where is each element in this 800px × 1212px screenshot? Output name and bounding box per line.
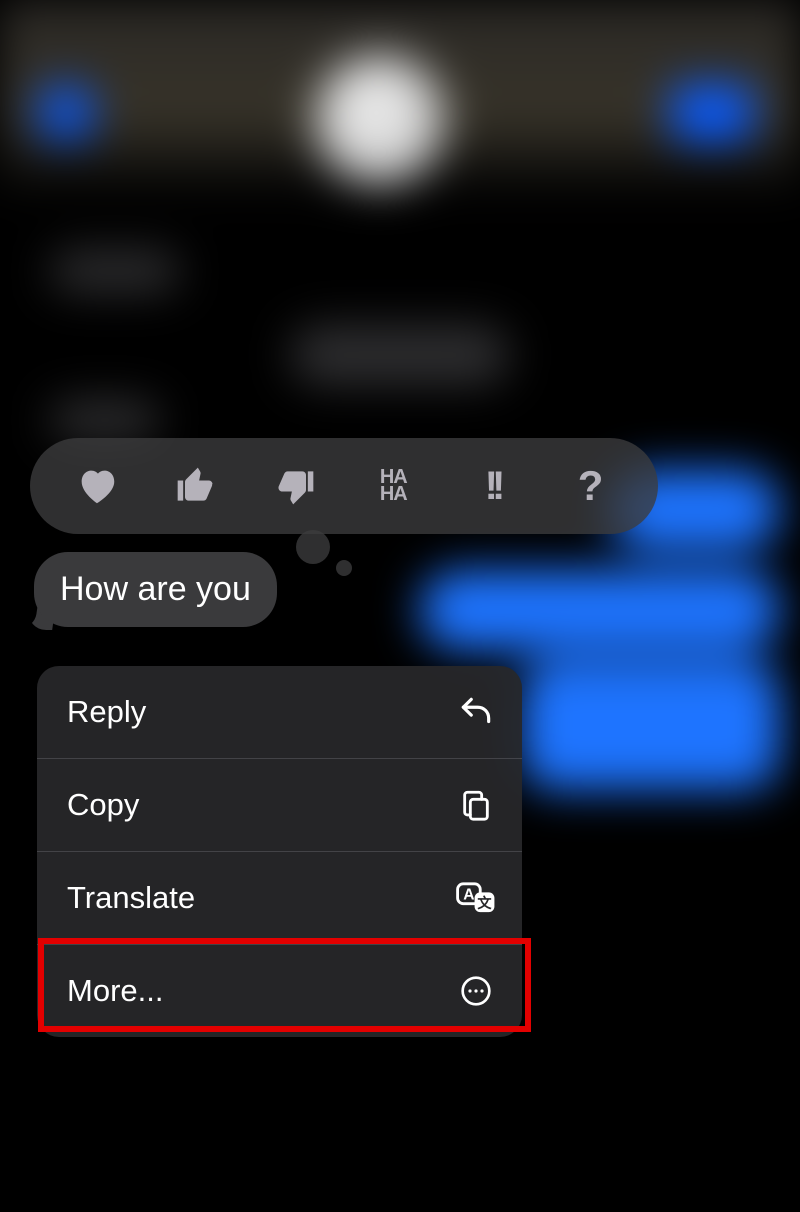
translate-icon: A文 bbox=[456, 878, 496, 918]
tapback-thumbs-up-icon[interactable] bbox=[169, 459, 223, 513]
tapback-reaction-bar: HAHA !! ? bbox=[30, 438, 658, 534]
svg-text:A: A bbox=[463, 886, 474, 903]
tapback-exclaim-icon[interactable]: !! bbox=[465, 459, 519, 513]
copy-label: Copy bbox=[67, 787, 139, 823]
message-text: How are you bbox=[60, 570, 251, 608]
tapback-heart-icon[interactable] bbox=[70, 459, 124, 513]
copy-button[interactable]: Copy bbox=[37, 759, 522, 852]
more-icon bbox=[456, 971, 496, 1011]
tapback-tail-small bbox=[336, 560, 352, 576]
translate-button[interactable]: Translate A文 bbox=[37, 852, 522, 945]
tapback-tail bbox=[296, 530, 330, 564]
svg-text:文: 文 bbox=[477, 895, 492, 912]
reply-button[interactable]: Reply bbox=[37, 666, 522, 759]
reply-label: Reply bbox=[67, 694, 146, 730]
tapback-question-icon[interactable]: ? bbox=[564, 459, 618, 513]
tapback-haha-icon[interactable]: HAHA bbox=[366, 459, 420, 513]
copy-icon bbox=[456, 785, 496, 825]
message-bubble[interactable]: How are you bbox=[34, 552, 277, 627]
reply-icon bbox=[456, 692, 496, 732]
more-label: More... bbox=[67, 973, 163, 1009]
tapback-thumbs-down-icon[interactable] bbox=[268, 459, 322, 513]
translate-label: Translate bbox=[67, 880, 195, 916]
context-menu: Reply Copy Translate A文 More... bbox=[37, 666, 522, 1037]
more-button[interactable]: More... bbox=[37, 945, 522, 1037]
